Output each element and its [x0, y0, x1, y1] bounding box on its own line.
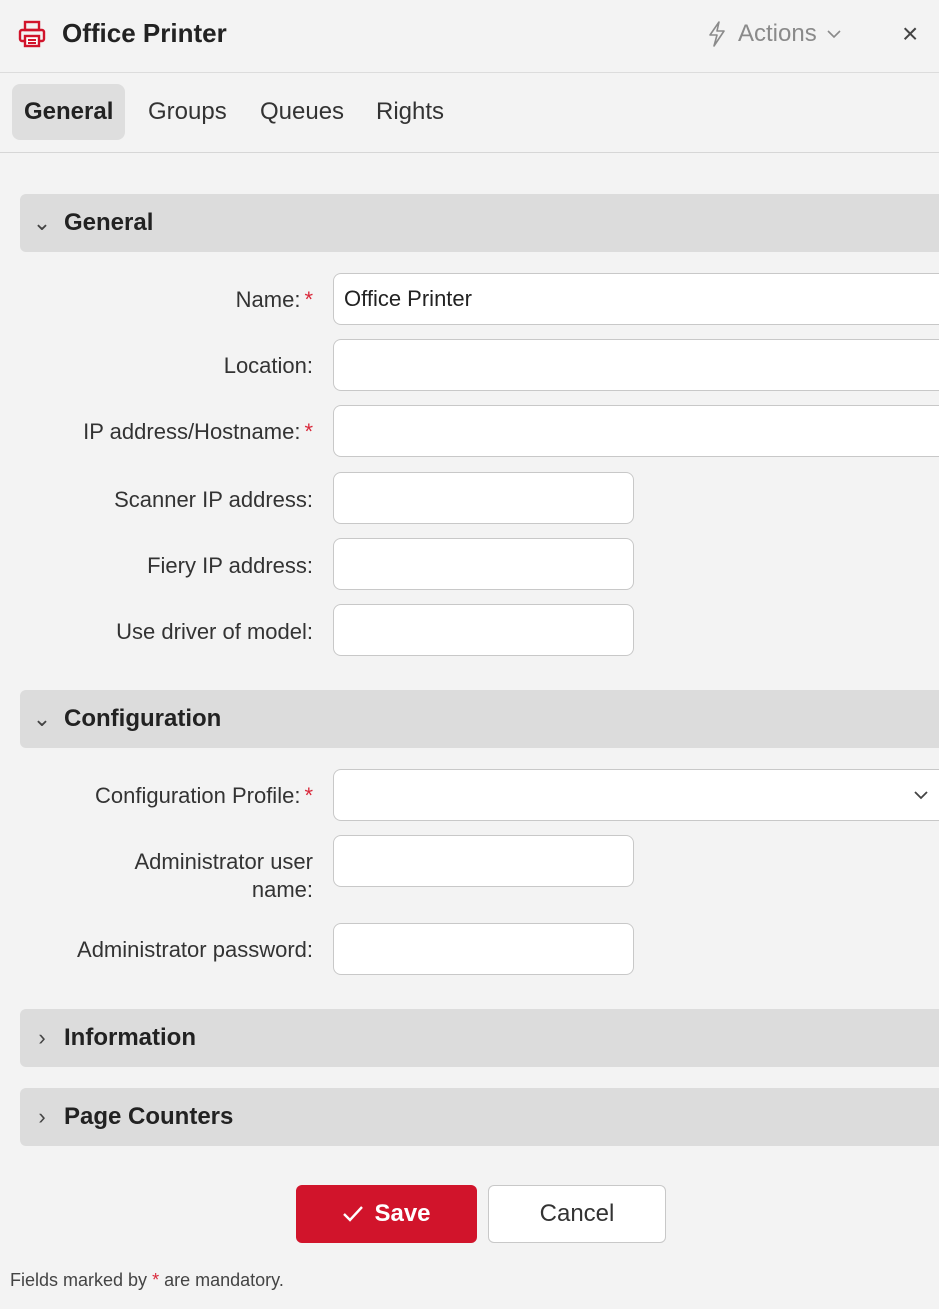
location-label: Location:	[223, 353, 313, 378]
ip-hostname-label: IP address/Hostname: *	[83, 419, 313, 444]
section-title: Page Counters	[64, 1103, 234, 1130]
section-title: Information	[64, 1024, 196, 1051]
section-title: Configuration	[64, 705, 222, 732]
section-page-counters-header[interactable]: › Page Counters	[20, 1088, 939, 1146]
scanner-ip-label: Scanner IP address:	[114, 487, 313, 512]
title-bar: Office Printer Actions ×	[0, 0, 939, 73]
section-title: General	[64, 209, 154, 236]
chevron-right-icon: ›	[38, 1104, 46, 1129]
chevron-down-icon: ⌄	[32, 706, 52, 731]
mandatory-note: Fields marked by * are mandatory.	[10, 1270, 284, 1290]
scanner-ip-field[interactable]	[333, 472, 634, 524]
chevron-down-icon	[827, 30, 841, 39]
ip-hostname-field[interactable]	[333, 405, 939, 457]
section-configuration-header[interactable]: ⌄ Configuration	[20, 690, 939, 748]
admin-user-label: Administrator user name:	[134, 849, 313, 902]
admin-password-label: Administrator password:	[77, 937, 313, 962]
name-label: Name: *	[235, 287, 313, 312]
driver-model-label: Use driver of model:	[116, 619, 313, 644]
tab-groups[interactable]: Groups	[148, 84, 227, 140]
actions-label: Actions	[738, 20, 817, 47]
chevron-down-icon[interactable]	[913, 787, 929, 803]
tab-queues[interactable]: Queues	[260, 84, 344, 140]
save-label: Save	[374, 1200, 431, 1227]
location-field[interactable]	[333, 339, 939, 391]
admin-password-field[interactable]	[333, 923, 634, 975]
cancel-button[interactable]: Cancel	[488, 1185, 666, 1243]
chevron-right-icon: ›	[38, 1025, 46, 1050]
tab-general[interactable]: General	[12, 84, 126, 140]
driver-model-field[interactable]	[333, 604, 634, 656]
tab-bar: General Groups Queues Rights	[0, 72, 939, 153]
name-field[interactable]	[333, 273, 939, 325]
page-title: Office Printer	[62, 18, 227, 48]
fiery-ip-label: Fiery IP address:	[147, 553, 313, 578]
checkmark-icon	[343, 1206, 364, 1222]
chevron-down-icon: ⌄	[32, 210, 52, 235]
config-profile-label: Configuration Profile: *	[94, 783, 313, 808]
config-profile-select[interactable]	[333, 769, 939, 821]
lightning-icon	[709, 21, 725, 47]
save-button[interactable]: Save	[296, 1185, 477, 1243]
section-general-header[interactable]: ⌄ General	[20, 194, 939, 252]
section-information-header[interactable]: › Information	[20, 1009, 939, 1067]
close-icon[interactable]: ×	[902, 18, 918, 50]
admin-user-field[interactable]	[333, 835, 634, 887]
printer-icon	[18, 20, 46, 48]
fiery-ip-field[interactable]	[333, 538, 634, 590]
actions-menu-button[interactable]: Actions	[706, 18, 841, 50]
tab-rights[interactable]: Rights	[376, 84, 444, 140]
